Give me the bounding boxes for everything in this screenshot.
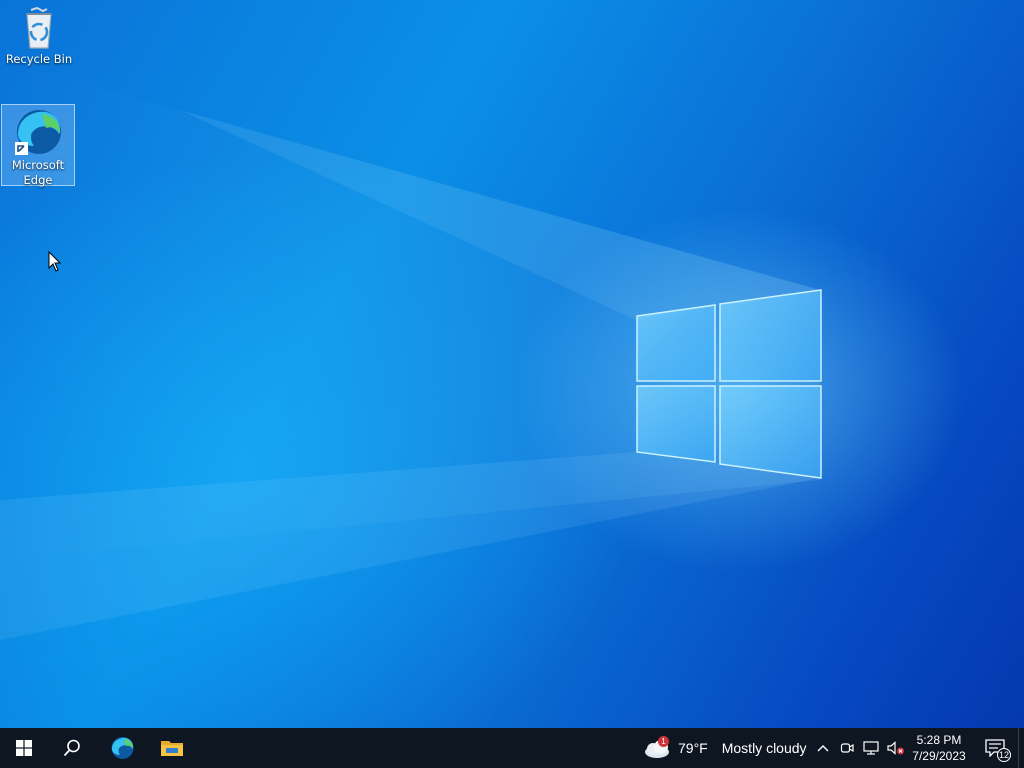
meet-now-button[interactable] [838, 728, 856, 768]
network-icon [863, 741, 879, 755]
recycle-bin-icon [26, 6, 52, 49]
show-desktop-button[interactable] [1018, 728, 1024, 768]
start-button[interactable] [0, 728, 48, 768]
action-center-button[interactable]: 12 [976, 728, 1014, 768]
desktop-icon-microsoft-edge[interactable]: Microsoft Edge [1, 104, 75, 187]
weather-condition: Mostly cloudy [721, 740, 807, 756]
windows-logo-icon [16, 740, 32, 756]
volume-muted-icon [887, 741, 904, 755]
desktop-icon-label: Microsoft Edge [11, 158, 65, 187]
taskbar: 1 79°F Mostly cloudy 5:28 PM 7/29/2023 1… [0, 728, 1024, 768]
weather-alert-badge: 1 [658, 736, 669, 747]
edge-icon [15, 110, 61, 155]
weather-temperature: 79°F [678, 740, 708, 756]
windows-logo-wallpaper [0, 60, 822, 640]
taskbar-app-microsoft-edge[interactable] [98, 728, 146, 768]
show-hidden-icons-button[interactable] [814, 728, 832, 768]
notification-count-badge: 12 [997, 748, 1011, 762]
clock[interactable]: 5:28 PM 7/29/2023 [908, 728, 970, 768]
volume-button[interactable] [885, 728, 907, 768]
meet-now-icon [840, 743, 854, 753]
search-button[interactable] [48, 728, 96, 768]
desktop-icon-label: Recycle Bin [5, 52, 73, 66]
network-button[interactable] [861, 728, 881, 768]
folder-icon [161, 741, 183, 756]
edge-icon [111, 737, 134, 759]
taskbar-app-file-explorer[interactable] [148, 728, 196, 768]
mouse-cursor-icon [48, 251, 62, 272]
weather-widget[interactable]: 1 79°F Mostly cloudy [642, 728, 807, 768]
desktop-wallpaper[interactable]: Recycle Bin Microsoft Edge [0, 0, 1024, 728]
clock-time: 5:28 PM [916, 733, 962, 747]
clock-date: 7/29/2023 [912, 749, 966, 763]
search-icon [63, 739, 80, 757]
chevron-up-icon [817, 745, 829, 752]
desktop-icon-recycle-bin[interactable]: Recycle Bin [2, 6, 76, 76]
